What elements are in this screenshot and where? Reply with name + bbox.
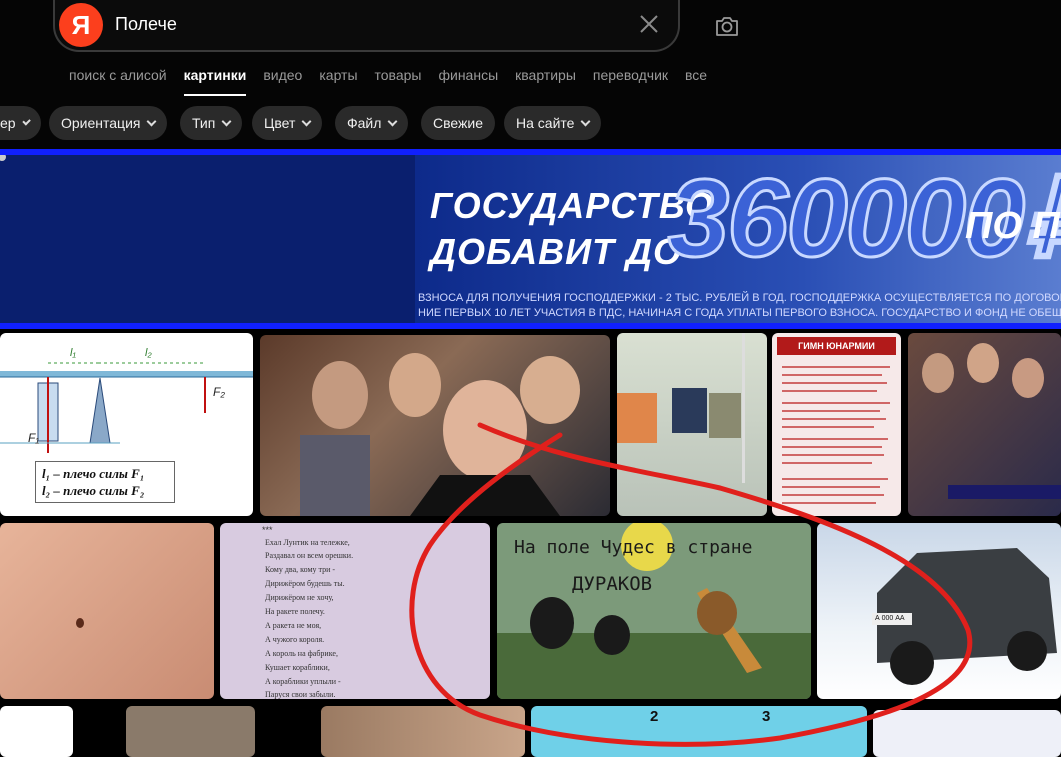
tab-all[interactable]: все	[685, 66, 707, 96]
people-photo	[617, 333, 745, 483]
chevron-down-icon	[387, 116, 398, 126]
image-result-poem[interactable]: ***	[220, 523, 490, 699]
image-result-room[interactable]	[126, 706, 255, 757]
filter-type[interactable]: Тип	[180, 106, 243, 140]
tv-host-photo	[300, 353, 580, 516]
pinocchio-caption-2: ДУРАКОВ	[572, 573, 653, 595]
f1-label: F₁	[28, 431, 40, 445]
filter-file[interactable]: Файл	[335, 106, 409, 140]
poem-line: Дирижёром будешь ты.	[265, 579, 345, 588]
header: Я Полече поиск с алисой картинки видео к…	[0, 0, 1061, 150]
filter-size[interactable]: ер	[0, 106, 41, 140]
poem-line: Раздавал он всем орешки.	[265, 551, 354, 560]
image-result-spine-diagram[interactable]	[873, 710, 1061, 757]
poem-line: А король на фабрике,	[265, 649, 338, 658]
search-box[interactable]: Я Полече	[53, 0, 680, 52]
l1-label: l₁	[70, 347, 76, 359]
l2-label: l₂	[145, 347, 152, 359]
filter-orientation[interactable]: Ориентация	[49, 106, 168, 140]
camera-icon[interactable]	[714, 14, 740, 38]
ad-disclaimer-1: ВЗНОСА ДЛЯ ПОЛУЧЕНИЯ ГОСПОДДЕРЖКИ - 2 ТЫ…	[418, 292, 1061, 304]
car-photo	[872, 548, 1057, 685]
poem-line: А ракета не моя,	[265, 621, 322, 630]
poem-line: А чужого короля.	[265, 635, 325, 644]
tab-images[interactable]: картинки	[183, 66, 247, 96]
ad-headline-2: ДОБАВИТ ДО	[430, 231, 682, 272]
filter-on-site[interactable]: На сайте	[504, 106, 602, 140]
anthem-lines	[782, 366, 890, 504]
poem-line: На ракете полечу.	[265, 607, 325, 616]
skin-photo	[76, 618, 84, 628]
panel-number: 2	[650, 708, 659, 725]
tab-finance[interactable]: финансы	[438, 66, 498, 96]
f2-label: F₂	[213, 385, 225, 399]
close-icon[interactable]	[637, 12, 661, 36]
chevron-down-icon	[221, 116, 232, 126]
tab-apartments[interactable]: квартиры	[515, 66, 576, 96]
search-input[interactable]: Полече	[115, 14, 177, 35]
ad-suffix: ПО П	[965, 205, 1060, 247]
image-result-anthem[interactable]	[772, 333, 901, 516]
image-result-people-sitting[interactable]	[617, 333, 767, 516]
lever-caption: l₁ – плечо силы F₁ l₂ – плечо силы F₂	[35, 461, 175, 503]
yandex-logo[interactable]: Я	[59, 3, 103, 47]
pinocchio-caption-1: На поле Чудес в стране	[514, 537, 753, 558]
poem-line: Паруся свои забыли.	[265, 690, 336, 699]
panel-number: 3	[762, 708, 771, 725]
poem-line: А кораблики уплыли -	[265, 677, 341, 686]
audience-photo	[922, 343, 1061, 499]
tab-alice[interactable]: поиск с алисой	[69, 66, 167, 96]
image-result-tv-show[interactable]	[260, 335, 610, 516]
image-result-body-panels[interactable]	[531, 706, 867, 757]
anthem-title: ГИМН ЮНАРМИИ	[777, 337, 896, 355]
search-tabs: поиск с алисой картинки видео карты това…	[69, 66, 724, 96]
filter-fresh[interactable]: Свежие	[421, 106, 495, 140]
chevron-down-icon	[147, 116, 157, 126]
poem-stars: ***	[262, 525, 273, 535]
ad-disclaimer-2: НИЕ ПЕРВЫХ 10 ЛЕТ УЧАСТИЯ В ПДС, НАЧИНАЯ…	[418, 307, 1061, 319]
image-result-tattoo[interactable]	[321, 706, 525, 757]
tab-video[interactable]: видео	[263, 66, 302, 96]
poem-line: Дирижёром не хочу,	[265, 593, 334, 602]
chevron-down-icon	[301, 116, 312, 126]
poem-line: Ехал Лунтик на тележке,	[265, 538, 350, 547]
filter-color[interactable]: Цвет	[252, 106, 323, 140]
tab-goods[interactable]: товары	[375, 66, 422, 96]
image-result-car[interactable]: А 000 АА	[817, 523, 1061, 699]
image-result-skin-mole[interactable]	[0, 523, 214, 699]
license-plate: А 000 АА	[875, 615, 905, 622]
image-result-audience[interactable]	[908, 333, 1061, 516]
poem-line: Кому два, кому три -	[265, 565, 336, 574]
chevron-down-icon	[21, 116, 31, 126]
tab-translator[interactable]: переводчик	[593, 66, 668, 96]
tab-maps[interactable]: карты	[319, 66, 357, 96]
chevron-down-icon	[580, 116, 591, 126]
image-result-document[interactable]	[0, 706, 73, 757]
ad-marker	[0, 155, 6, 161]
poem-line: Кушает кораблики,	[265, 663, 330, 672]
